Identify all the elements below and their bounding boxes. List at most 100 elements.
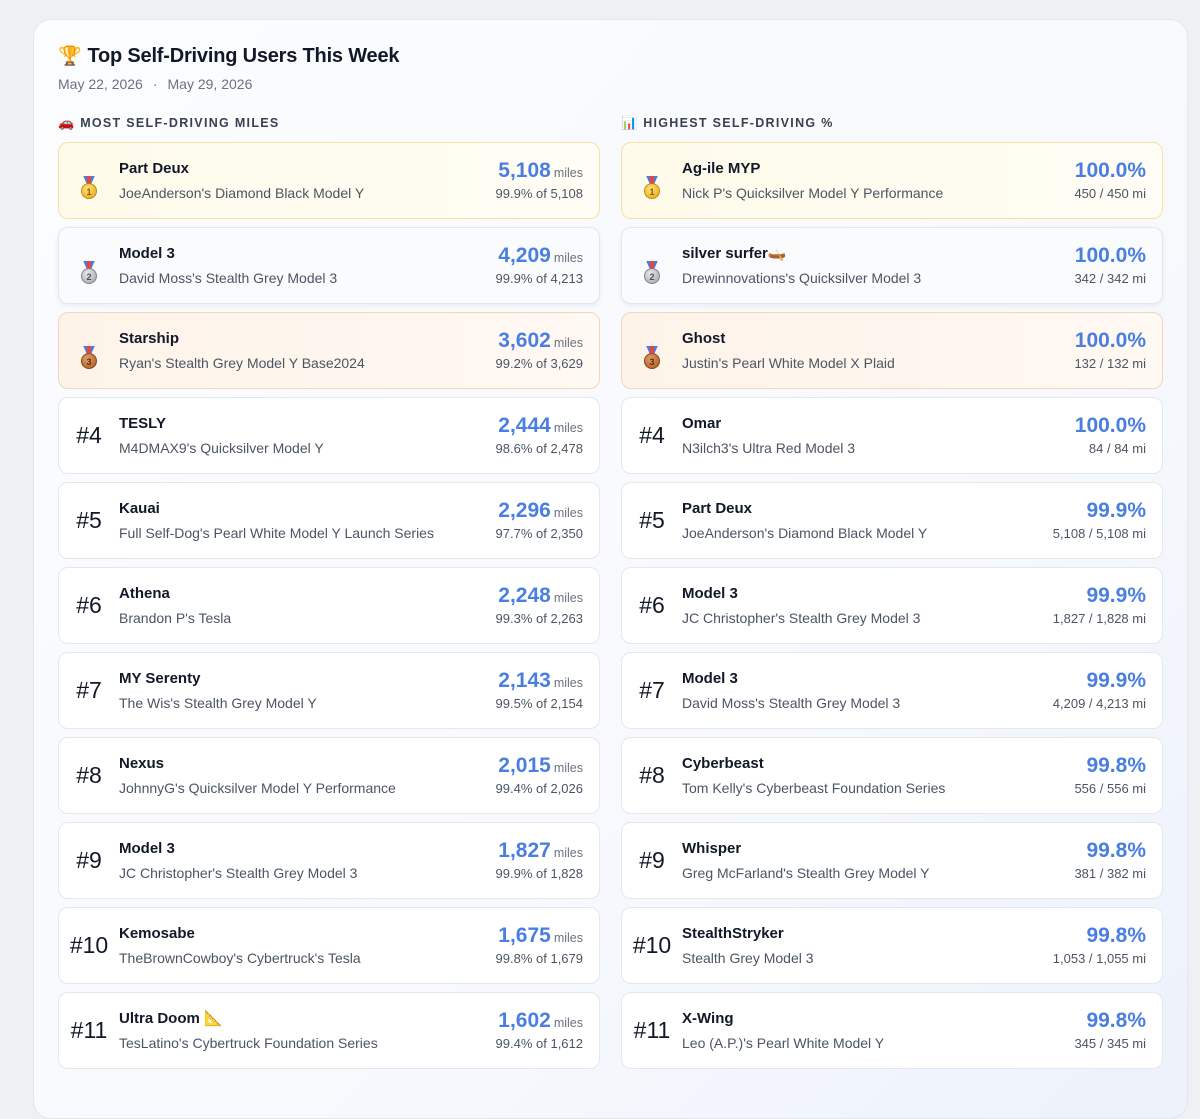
leaderboard-row[interactable]: #10 Kemosabe TheBrownCowboy's Cybertruck's… [58,907,600,984]
owner-vehicle: JC Christopher's Stealth Grey Model 3 [119,865,358,881]
owner-vehicle: TheBrownCowboy's Cybertruck's Tesla [119,950,361,966]
leaderboard-row[interactable]: #5 Kauai Full Self-Dog's Pearl White Model… [58,482,600,559]
row-info: Model 3 David Moss's Stealth Grey Model 3 [119,244,496,287]
leaderboard-row[interactable]: #9 Whisper Greg McFarland's Stealth Grey M… [621,822,1163,899]
car-icon: 🚗 [58,115,75,130]
rank: #7 [639,677,665,703]
primary-stat: 4,209 [498,244,551,267]
leaderboard-row[interactable]: 1 Part Deux JoeAnderson's Diamond Black Mo… [58,142,600,219]
primary-stat: 99.9% [1086,499,1146,522]
row-stats: 100.0% 84 / 84 mi [1075,414,1162,457]
secondary-stat: 99.3% of 2,263 [495,611,583,626]
row-stats: 2,248 miles 99.3% of 2,263 [496,584,599,627]
row-stats: 2,143 miles 99.5% of 2,154 [496,669,599,712]
secondary-stat: 556 / 556 mi [1074,781,1146,796]
stat-unit: miles [553,846,583,860]
leaderboard-row[interactable]: #10 StealthStryker Stealth Grey Model 3 99.… [621,907,1163,984]
primary-stat: 99.9% [1086,584,1146,607]
primary-stat-line: 4,209 miles [496,244,583,268]
row-stats: 1,827 miles 99.9% of 1,828 [496,839,599,882]
row-stats: 99.8% 345 / 345 mi [1074,1009,1162,1052]
leaderboard-row[interactable]: #8 Nexus JohnnyG's Quicksilver Model Y Per… [58,737,600,814]
owner-vehicle: Drewinnovations's Quicksilver Model 3 [682,270,922,286]
primary-stat-line: 100.0% [1074,159,1146,183]
stat-unit: miles [553,251,583,265]
vehicle-name: Kauai [119,500,160,517]
primary-stat: 1,602 [498,1009,551,1032]
row-info: TESLY M4DMAX9's Quicksilver Model Y [119,414,496,457]
row-stats: 4,209 miles 99.9% of 4,213 [496,244,599,287]
owner-vehicle: M4DMAX9's Quicksilver Model Y [119,440,324,456]
vehicle-name: Nexus [119,755,165,772]
row-info: Part Deux JoeAnderson's Diamond Black Mod… [682,499,1053,542]
leaderboard-row[interactable]: 2 silver surfer🛶 Drewinnovations's Quicksi… [621,227,1163,304]
leaderboard-row[interactable]: #6 Model 3 JC Christopher's Stealth Grey M… [621,567,1163,644]
leaderboard-row[interactable]: #7 Model 3 David Moss's Stealth Grey Model… [621,652,1163,729]
miles-heading-text: MOST SELF-DRIVING MILES [80,116,280,130]
stat-unit: miles [553,676,583,690]
secondary-stat: 4,209 / 4,213 mi [1052,696,1146,711]
leaderboard-row[interactable]: #4 Omar N3ilch3's Ultra Red Model 3 100.0% 8… [621,397,1163,474]
row-info: Whisper Greg McFarland's Stealth Grey Mod… [682,839,1074,882]
row-info: Kemosabe TheBrownCowboy's Cybertruck's Te… [119,924,496,967]
secondary-stat: 99.9% of 1,828 [495,866,583,881]
row-stats: 99.9% 5,108 / 5,108 mi [1053,499,1162,542]
stat-unit: miles [553,931,583,945]
row-stats: 5,108 miles 99.9% of 5,108 [496,159,599,202]
row-info: Nexus JohnnyG's Quicksilver Model Y Perfo… [119,754,496,797]
vehicle-name: Part Deux [119,160,190,177]
percent-heading-text: HIGHEST SELF-DRIVING % [643,116,834,130]
primary-stat: 2,248 [498,584,551,607]
vehicle-name: Ag-ile MYP [682,160,761,177]
trophy-icon: 🏆 [58,46,82,67]
owner-vehicle: Greg McFarland's Stealth Grey Model Y [682,865,930,881]
leaderboard-row[interactable]: #4 TESLY M4DMAX9's Quicksilver Model Y 2,44… [58,397,600,474]
primary-stat: 99.8% [1086,924,1146,947]
owner-vehicle: TesLatino's Cybertruck Foundation Series [119,1035,378,1051]
vehicle-name: Model 3 [119,245,175,262]
row-info: Ghost Justin's Pearl White Model X Plaid [682,329,1074,372]
secondary-stat: 97.7% of 2,350 [495,526,583,541]
medal-number: 1 [644,182,660,199]
row-info: silver surfer🛶 Drewinnovations's Quicksil… [682,244,1074,287]
primary-stat-line: 2,143 miles [496,669,583,693]
leaderboard-row[interactable]: #8 Cyberbeast Tom Kelly's Cyberbeast Found… [621,737,1163,814]
row-info: Model 3 JC Christopher's Stealth Grey Mod… [682,584,1053,627]
primary-stat: 2,015 [498,754,551,777]
leaderboard-row[interactable]: #11 X-Wing Leo (A.P.)'s Pearl White Model … [621,992,1163,1069]
leaderboard-row[interactable]: 2 Model 3 David Moss's Stealth Grey Model … [58,227,600,304]
leaderboard-row[interactable]: #7 MY Serenty The Wis's Stealth Grey Model… [58,652,600,729]
vehicle-name: Model 3 [682,670,738,687]
primary-stat-line: 1,602 miles [496,1009,583,1033]
bar-chart-icon: 📊 [621,115,638,130]
row-info: X-Wing Leo (A.P.)'s Pearl White Model Y [682,1009,1074,1052]
rank: #9 [76,847,102,873]
secondary-stat: 132 / 132 mi [1074,356,1146,371]
row-info: Ultra Doom 📐 TesLatino's Cybertruck Found… [119,1009,496,1052]
leaderboard-row[interactable]: 3 Starship Ryan's Stealth Grey Model Y Bas… [58,312,600,389]
primary-stat-line: 99.8% [1053,924,1146,948]
leaderboard-row[interactable]: #5 Part Deux JoeAnderson's Diamond Black M… [621,482,1163,559]
medal-ribbon [646,260,658,269]
rank: #7 [76,677,102,703]
bronze-medal-icon: 3 [80,345,98,369]
owner-vehicle: Stealth Grey Model 3 [682,950,814,966]
leaderboard-row[interactable]: #9 Model 3 JC Christopher's Stealth Grey M… [58,822,600,899]
owner-vehicle: Justin's Pearl White Model X Plaid [682,355,895,371]
miles-heading: 🚗 MOST SELF-DRIVING MILES [58,114,600,132]
leaderboard-row[interactable]: 3 Ghost Justin's Pearl White Model X Plaid… [621,312,1163,389]
row-stats: 2,015 miles 99.4% of 2,026 [496,754,599,797]
row-info: Omar N3ilch3's Ultra Red Model 3 [682,414,1075,457]
stat-unit: miles [553,166,583,180]
owner-vehicle: David Moss's Stealth Grey Model 3 [119,270,338,286]
primary-stat-line: 99.8% [1074,839,1146,863]
leaderboard-row[interactable]: #11 Ultra Doom 📐 TesLatino's Cybertruck Fo… [58,992,600,1069]
medal-ribbon [646,345,658,354]
leaderboard-row[interactable]: #6 Athena Brandon P's Tesla 2,248 miles 99.3%… [58,567,600,644]
primary-stat: 2,444 [498,414,551,437]
leaderboard-row[interactable]: 1 Ag-ile MYP Nick P's Quicksilver Model Y … [621,142,1163,219]
primary-stat: 2,296 [498,499,551,522]
owner-vehicle: JoeAnderson's Diamond Black Model Y [119,185,365,201]
row-stats: 100.0% 342 / 342 mi [1074,244,1162,287]
primary-stat: 99.9% [1086,669,1146,692]
